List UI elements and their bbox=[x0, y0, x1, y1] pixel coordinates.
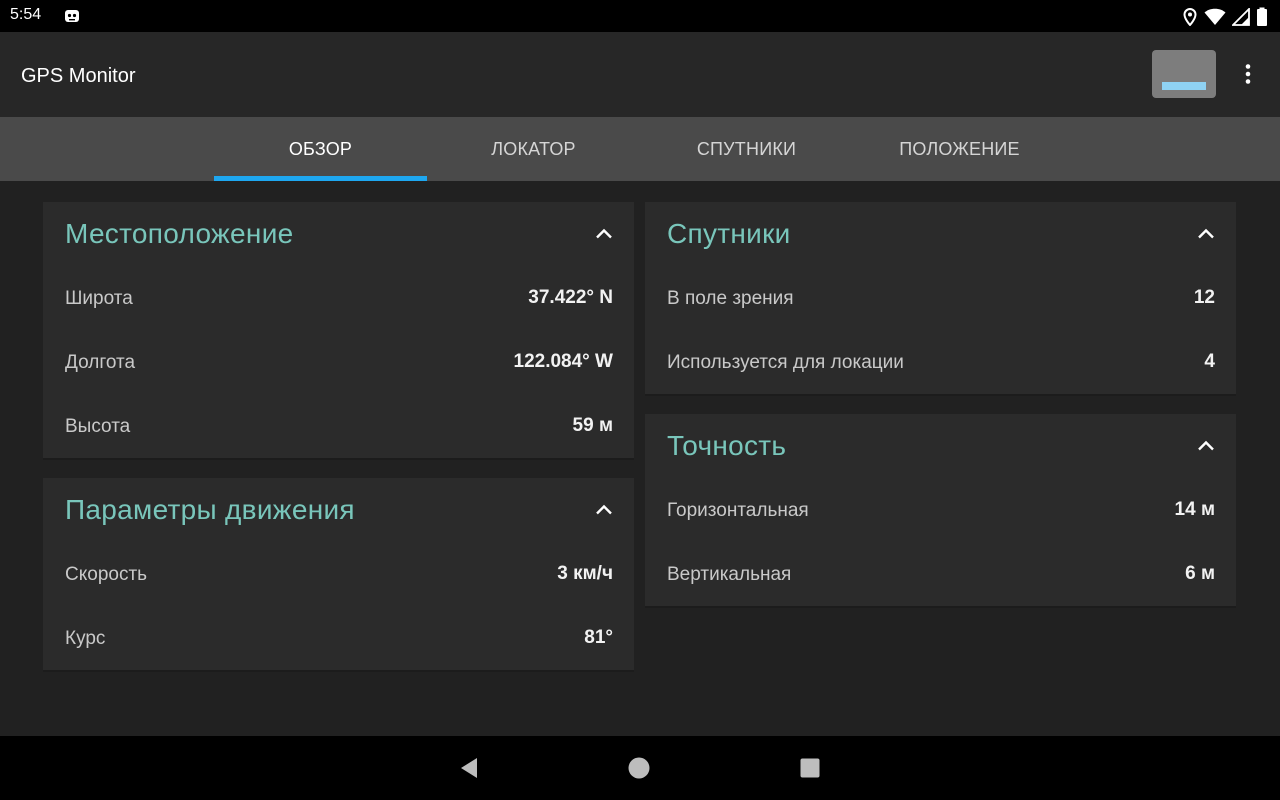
used-in-fix-label: Используется для локации bbox=[667, 352, 904, 373]
satellites-card: Спутники В поле зрения 12 Используется д… bbox=[645, 202, 1236, 396]
recents-icon[interactable] bbox=[798, 756, 822, 780]
latitude-row: Широта 37.422° N bbox=[43, 266, 634, 330]
in-view-label: В поле зрения bbox=[667, 288, 794, 309]
motion-card-header[interactable]: Параметры движения bbox=[43, 478, 634, 542]
app-bar: GPS Monitor bbox=[0, 32, 1280, 117]
status-time: 5:54 bbox=[10, 6, 42, 23]
speed-label: Скорость bbox=[65, 564, 148, 585]
satellites-card-header[interactable]: Спутники bbox=[645, 202, 1236, 266]
system-nav-bar bbox=[0, 736, 1280, 800]
chevron-up-icon[interactable] bbox=[1196, 436, 1216, 456]
altitude-value: 59 м bbox=[572, 415, 613, 436]
tab-bar: ОБЗОР ЛОКАТОР СПУТНИКИ ПОЛОЖЕНИЕ bbox=[0, 117, 1280, 181]
horizontal-accuracy-label: Горизонтальная bbox=[667, 500, 809, 521]
status-bar: 5:54 bbox=[0, 0, 1280, 32]
latitude-value: 37.422° N bbox=[528, 287, 613, 308]
app-title: GPS Monitor bbox=[21, 65, 136, 87]
location-card: Местоположение Широта 37.422° N Долгота … bbox=[43, 202, 634, 460]
home-icon[interactable] bbox=[627, 756, 651, 780]
motion-card: Параметры движения Скорость 3 км/ч Курс … bbox=[43, 478, 634, 672]
course-label: Курс bbox=[65, 628, 106, 649]
in-view-value: 12 bbox=[1193, 287, 1215, 308]
preview-thumbnail[interactable] bbox=[1152, 50, 1216, 98]
longitude-value: 122.084° W bbox=[513, 351, 614, 372]
back-icon[interactable] bbox=[457, 756, 481, 780]
signal-icon bbox=[1232, 8, 1250, 26]
chevron-up-icon[interactable] bbox=[594, 500, 614, 520]
vertical-accuracy-label: Вертикальная bbox=[667, 564, 792, 585]
wifi-icon bbox=[1204, 8, 1226, 26]
course-value: 81° bbox=[584, 627, 613, 648]
notification-robot-icon bbox=[64, 8, 80, 24]
used-in-fix-value: 4 bbox=[1204, 351, 1215, 372]
horizontal-accuracy-value: 14 м bbox=[1174, 499, 1215, 520]
tab-satellites[interactable]: СПУТНИКИ bbox=[640, 117, 853, 181]
speed-row: Скорость 3 км/ч bbox=[43, 542, 634, 606]
altitude-label: Высота bbox=[65, 416, 131, 437]
used-in-fix-row: Используется для локации 4 bbox=[645, 330, 1236, 394]
horizontal-accuracy-row: Горизонтальная 14 м bbox=[645, 478, 1236, 542]
location-pin-icon bbox=[1182, 8, 1198, 26]
tab-locator[interactable]: ЛОКАТОР bbox=[427, 117, 640, 181]
tab-overview[interactable]: ОБЗОР bbox=[214, 117, 427, 181]
vertical-accuracy-value: 6 м bbox=[1185, 563, 1215, 584]
location-card-title: Местоположение bbox=[65, 218, 294, 249]
accuracy-card-title: Точность bbox=[667, 430, 787, 461]
vertical-accuracy-row: Вертикальная 6 м bbox=[645, 542, 1236, 606]
tab-position[interactable]: ПОЛОЖЕНИЕ bbox=[853, 117, 1066, 181]
altitude-row: Высота 59 м bbox=[43, 394, 634, 458]
longitude-label: Долгота bbox=[65, 352, 136, 373]
battery-icon bbox=[1256, 7, 1268, 27]
longitude-row: Долгота 122.084° W bbox=[43, 330, 634, 394]
satellites-card-title: Спутники bbox=[667, 218, 791, 249]
location-card-header[interactable]: Местоположение bbox=[43, 202, 634, 266]
latitude-label: Широта bbox=[65, 288, 133, 309]
accuracy-card-header[interactable]: Точность bbox=[645, 414, 1236, 478]
overview-content: Местоположение Широта 37.422° N Долгота … bbox=[0, 181, 1280, 736]
in-view-row: В поле зрения 12 bbox=[645, 266, 1236, 330]
course-row: Курс 81° bbox=[43, 606, 634, 670]
more-vert-icon[interactable] bbox=[1236, 62, 1260, 86]
motion-card-title: Параметры движения bbox=[65, 494, 355, 525]
accuracy-card: Точность Горизонтальная 14 м Вертикальна… bbox=[645, 414, 1236, 608]
preview-thumbnail-bar bbox=[1162, 82, 1206, 90]
chevron-up-icon[interactable] bbox=[1196, 224, 1216, 244]
chevron-up-icon[interactable] bbox=[594, 224, 614, 244]
speed-value: 3 км/ч bbox=[557, 563, 613, 584]
